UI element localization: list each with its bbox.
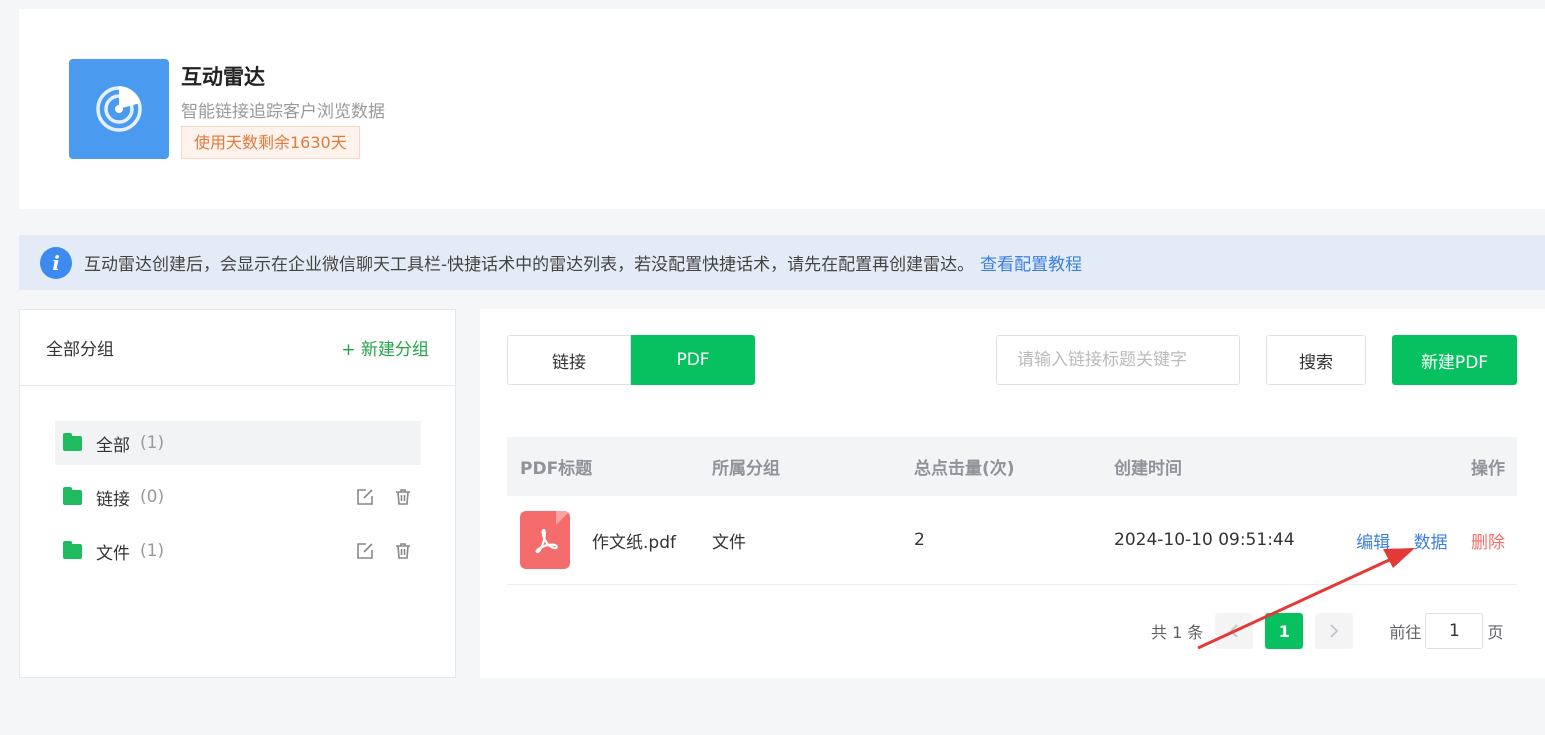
search-input[interactable]	[996, 335, 1240, 385]
header-clicks: 总点击量(次)	[914, 459, 1015, 479]
group-count: (0)	[140, 487, 165, 507]
group-actions	[355, 541, 413, 561]
pdf-table: PDF标题 所属分组 总点击量(次) 创建时间 操作 作文纸.pdf 文件 2 …	[507, 437, 1517, 585]
prev-page-button[interactable]	[1215, 613, 1254, 649]
tab-link[interactable]: 链接	[507, 335, 631, 385]
page-suffix: 页	[1487, 623, 1504, 642]
folder-icon	[63, 540, 82, 559]
sidebar-header: 全部分组 + 新建分组	[20, 310, 455, 386]
app-title: 互动雷达	[181, 65, 265, 89]
pdf-title[interactable]: 作文纸.pdf	[592, 528, 676, 553]
edit-button[interactable]: 编辑	[1356, 533, 1390, 553]
group-sidebar: 全部分组 + 新建分组 全部 (1) 链接 (0) 文件 (1)	[19, 309, 456, 678]
next-page-button[interactable]	[1315, 613, 1354, 649]
group-actions	[355, 487, 413, 507]
remaining-days-badge: 使用天数剩余1630天	[181, 126, 360, 159]
header-group: 所属分组	[712, 459, 780, 479]
cell-created: 2024-10-10 09:51:44	[1114, 530, 1295, 550]
trash-icon[interactable]	[393, 541, 413, 561]
group-name: 链接	[96, 489, 130, 510]
tab-pdf[interactable]: PDF	[631, 335, 755, 385]
cell-group: 文件	[712, 532, 746, 553]
page-number[interactable]: 1	[1265, 613, 1304, 649]
trash-icon[interactable]	[393, 487, 413, 507]
group-name: 全部	[96, 435, 130, 456]
table-row: 作文纸.pdf 文件 2 2024-10-10 09:51:44 编辑 数据 删…	[507, 496, 1517, 585]
group-name: 文件	[96, 543, 130, 564]
edit-icon[interactable]	[355, 487, 375, 507]
search-button[interactable]: 搜索	[1266, 335, 1366, 385]
folder-icon	[63, 486, 82, 505]
cell-title: 作文纸.pdf	[507, 511, 712, 569]
goto-page-input[interactable]	[1425, 613, 1484, 649]
pdf-file-icon	[520, 511, 570, 569]
header-title: PDF标题	[520, 459, 593, 479]
edit-icon[interactable]	[355, 541, 375, 561]
total-count: 共 1 条	[1151, 623, 1204, 642]
new-group-button[interactable]: + 新建分组	[341, 335, 429, 360]
notice-text: 互动雷达创建后，会显示在企业微信聊天工具栏-快捷话术中的雷达列表，若没配置快捷话…	[84, 255, 975, 275]
sidebar-title: 全部分组	[46, 340, 114, 360]
config-tutorial-link[interactable]: 查看配置教程	[980, 250, 1082, 275]
app-subtitle: 智能链接追踪客户浏览数据	[181, 102, 385, 122]
notice-bar: i 互动雷达创建后，会显示在企业微信聊天工具栏-快捷话术中的雷达列表，若没配置快…	[19, 235, 1545, 290]
chevron-left-icon	[1230, 624, 1238, 638]
group-list: 全部 (1) 链接 (0) 文件 (1)	[55, 421, 421, 583]
cell-actions: 编辑 数据 删除	[1334, 528, 1517, 553]
folder-icon	[63, 432, 82, 451]
table-header: PDF标题 所属分组 总点击量(次) 创建时间 操作	[507, 437, 1517, 496]
group-item-file[interactable]: 文件 (1)	[55, 529, 421, 573]
delete-button[interactable]: 删除	[1471, 533, 1505, 553]
data-button[interactable]: 数据	[1414, 533, 1448, 553]
type-tabs: 链接 PDF	[507, 335, 755, 385]
new-pdf-button[interactable]: 新建PDF	[1392, 335, 1517, 385]
app-header-card: 互动雷达 智能链接追踪客户浏览数据 使用天数剩余1630天	[19, 9, 1545, 209]
radar-icon	[69, 59, 169, 159]
group-count: (1)	[140, 541, 165, 561]
goto-label: 前往	[1389, 623, 1422, 642]
chevron-right-icon	[1330, 624, 1339, 638]
cell-clicks: 2	[914, 530, 925, 550]
pdf-main-panel: 链接 PDF 搜索 新建PDF PDF标题 所属分组 总点击量(次) 创建时间 …	[480, 309, 1545, 678]
info-icon: i	[40, 246, 72, 279]
header-actions: 操作	[1471, 459, 1505, 479]
group-count: (1)	[140, 433, 165, 453]
group-item-all[interactable]: 全部 (1)	[55, 421, 421, 465]
group-item-link[interactable]: 链接 (0)	[55, 475, 421, 519]
pagination: 共 1 条 1 前往 页	[1151, 613, 1503, 649]
header-created: 创建时间	[1114, 459, 1182, 479]
